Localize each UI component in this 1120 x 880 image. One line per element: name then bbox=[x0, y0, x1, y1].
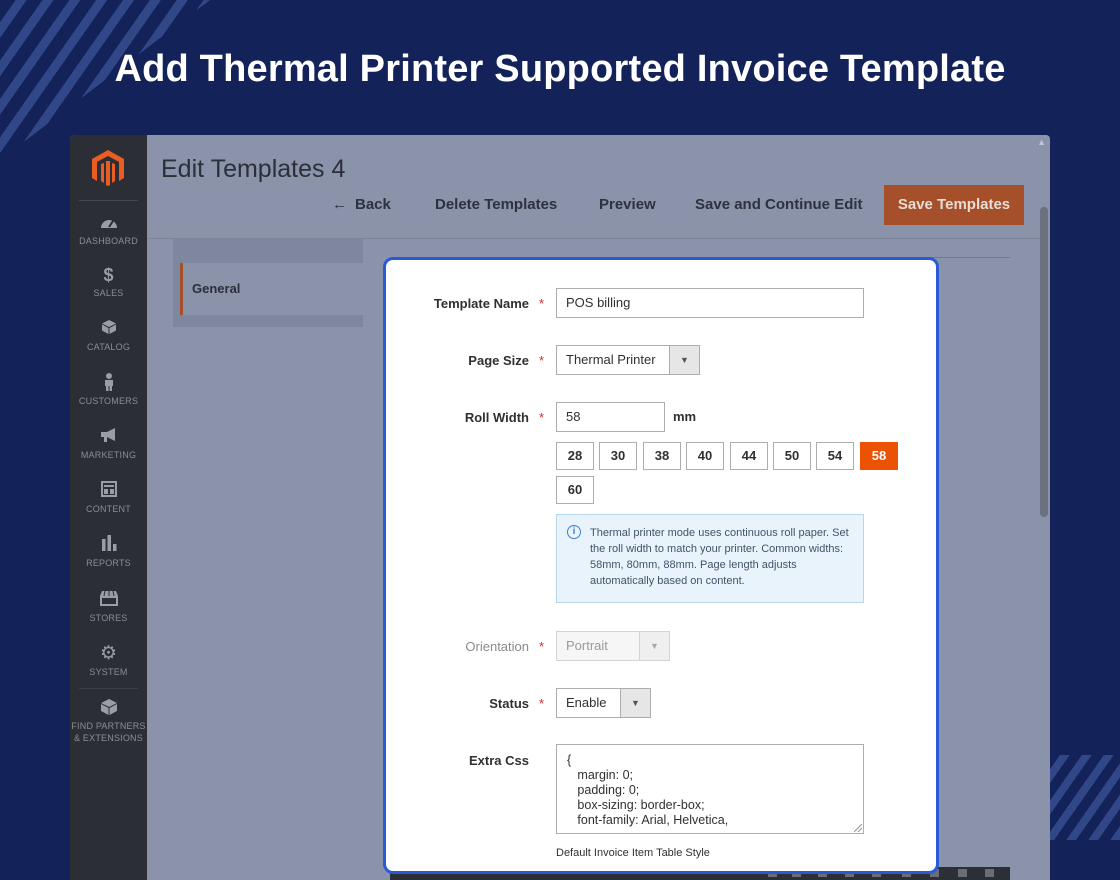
chevron-down-icon: ▼ bbox=[669, 346, 699, 374]
sidebar-item-label: SYSTEM bbox=[89, 667, 128, 677]
page-size-select[interactable]: Thermal Printer ▼ bbox=[556, 345, 700, 375]
roll-width-label: Roll Width bbox=[464, 410, 529, 425]
status-value: Enable bbox=[566, 695, 607, 710]
person-icon bbox=[70, 373, 147, 393]
sidebar-item-customers[interactable]: CUSTOMERS bbox=[70, 373, 147, 407]
info-text: Thermal printer mode uses continuous rol… bbox=[590, 527, 849, 587]
required-marker: * bbox=[539, 639, 545, 654]
back-button[interactable]: ← Back bbox=[332, 185, 391, 225]
page-size-label: Page Size bbox=[468, 353, 529, 368]
layout-icon bbox=[70, 481, 147, 501]
sidebar-item-label: & EXTENSIONS bbox=[74, 733, 143, 743]
sidebar-item-marketing[interactable]: MARKETING bbox=[70, 427, 147, 461]
toolbar-icon[interactable] bbox=[985, 869, 994, 877]
roll-width-preset[interactable]: 60 bbox=[556, 476, 594, 504]
sidebar-item-label: REPORTS bbox=[86, 558, 131, 568]
required-marker: * bbox=[539, 696, 545, 711]
roll-width-preset[interactable]: 50 bbox=[773, 442, 811, 470]
divider bbox=[930, 257, 1010, 258]
orientation-label: Orientation bbox=[465, 639, 529, 654]
page-headline: Add Thermal Printer Supported Invoice Te… bbox=[114, 48, 1006, 90]
orientation-select: Portrait ▼ bbox=[556, 631, 670, 661]
admin-sidebar: DASHBOARD $ SALES CATALOG CUSTOMERS MARK… bbox=[70, 135, 147, 880]
extra-css-value: { margin: 0; padding: 0; box-sizing: bor… bbox=[567, 753, 729, 827]
sidebar-item-label: STORES bbox=[89, 613, 128, 623]
roll-width-preset[interactable]: 54 bbox=[816, 442, 854, 470]
sidebar-item-label: SALES bbox=[93, 288, 124, 298]
sidebar-item-label: DASHBOARD bbox=[79, 236, 138, 246]
sidebar-item-label: MARKETING bbox=[80, 450, 137, 460]
preview-button[interactable]: Preview bbox=[599, 185, 656, 225]
gear-icon: ⚙ bbox=[99, 643, 118, 664]
divider bbox=[79, 688, 138, 689]
bar-chart-icon bbox=[70, 535, 147, 555]
template-name-label: Template Name bbox=[433, 296, 529, 311]
toolbar-icon[interactable] bbox=[958, 869, 967, 877]
chevron-down-icon: ▼ bbox=[639, 632, 669, 660]
template-name-input[interactable]: POS billing bbox=[556, 288, 864, 318]
template-form-panel: Template Name * POS billing Page Size * … bbox=[383, 257, 939, 874]
sidebar-item-system[interactable]: ⚙ SYSTEM bbox=[70, 644, 147, 678]
required-marker: * bbox=[539, 353, 545, 368]
save-and-continue-button[interactable]: Save and Continue Edit bbox=[695, 185, 863, 225]
dashboard-icon bbox=[70, 213, 147, 233]
extra-css-textarea[interactable]: { margin: 0; padding: 0; box-sizing: bor… bbox=[556, 744, 864, 834]
sidebar-item-label: CATALOG bbox=[86, 342, 131, 352]
status-select[interactable]: Enable ▼ bbox=[556, 688, 651, 718]
roll-width-preset[interactable]: 28 bbox=[556, 442, 594, 470]
megaphone-icon bbox=[70, 427, 147, 447]
sidebar-item-dashboard[interactable]: DASHBOARD bbox=[70, 213, 147, 247]
required-marker: * bbox=[539, 296, 545, 311]
tab-general[interactable]: General bbox=[180, 263, 363, 315]
sidebar-item-catalog[interactable]: CATALOG bbox=[70, 319, 147, 353]
roll-width-unit: mm bbox=[673, 409, 697, 424]
arrow-left-icon: ← bbox=[332, 196, 347, 213]
roll-width-preset[interactable]: 44 bbox=[730, 442, 768, 470]
orientation-value: Portrait bbox=[566, 638, 608, 653]
chevron-down-icon: ▼ bbox=[620, 689, 650, 717]
delete-templates-button[interactable]: Delete Templates bbox=[435, 185, 557, 225]
info-icon: i bbox=[567, 525, 581, 539]
decorative-stripes bbox=[1045, 755, 1120, 840]
divider bbox=[79, 200, 138, 201]
box-icon bbox=[70, 319, 147, 339]
save-templates-button[interactable]: Save Templates bbox=[884, 185, 1024, 225]
scrollbar[interactable] bbox=[1040, 207, 1048, 517]
scroll-up-icon[interactable]: ▲ bbox=[1037, 137, 1046, 147]
back-button-label: Back bbox=[355, 196, 391, 213]
store-icon bbox=[70, 590, 147, 610]
sidebar-item-label: FIND PARTNERS bbox=[71, 721, 146, 731]
sidebar-item-find-partners[interactable]: FIND PARTNERS & EXTENSIONS bbox=[70, 698, 147, 744]
roll-width-preset[interactable]: 38 bbox=[643, 442, 681, 470]
required-marker: * bbox=[539, 410, 545, 425]
sidebar-item-label: CONTENT bbox=[86, 504, 131, 514]
info-message: i Thermal printer mode uses continuous r… bbox=[556, 514, 864, 603]
dollar-icon: $ bbox=[103, 265, 114, 285]
sidebar-item-sales[interactable]: $ SALES bbox=[70, 265, 147, 299]
magento-logo-icon[interactable] bbox=[91, 149, 125, 187]
extra-css-label: Extra Css bbox=[469, 753, 529, 768]
page-size-value: Thermal Printer bbox=[566, 352, 656, 367]
cube-icon bbox=[70, 698, 147, 718]
roll-width-preset-selected[interactable]: 58 bbox=[860, 442, 898, 470]
page-title: Edit Templates 4 bbox=[161, 155, 346, 183]
sidebar-item-stores[interactable]: STORES bbox=[70, 590, 147, 624]
roll-width-input[interactable]: 58 bbox=[556, 402, 665, 432]
roll-width-preset[interactable]: 30 bbox=[599, 442, 637, 470]
sidebar-item-label: CUSTOMERS bbox=[78, 396, 139, 406]
sidebar-item-reports[interactable]: REPORTS bbox=[70, 535, 147, 569]
sidebar-item-content[interactable]: CONTENT bbox=[70, 481, 147, 515]
roll-width-preset[interactable]: 40 bbox=[686, 442, 724, 470]
status-label: Status bbox=[489, 696, 529, 711]
resize-handle-icon[interactable] bbox=[854, 824, 862, 832]
extra-css-hint: Default Invoice Item Table Style bbox=[556, 847, 710, 859]
